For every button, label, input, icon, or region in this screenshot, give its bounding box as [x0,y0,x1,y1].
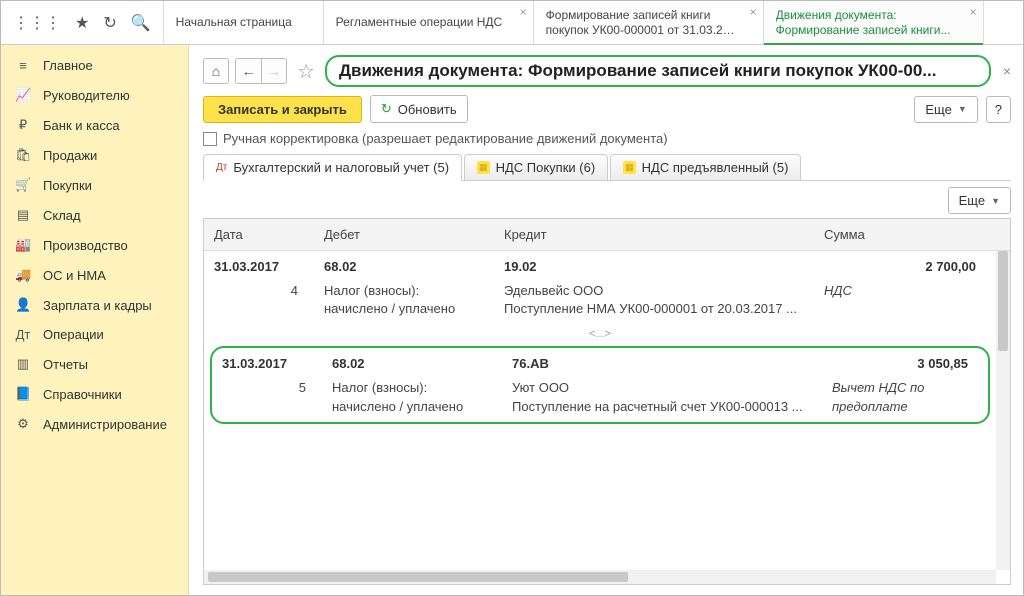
sidebar-item[interactable]: ₽ Банк и касса [1,110,188,140]
sidebar-item[interactable]: ≡ Главное [1,51,188,80]
nav-icon: ▥ [15,356,31,372]
apps-icon[interactable]: ⋮⋮⋮ [13,13,61,33]
sidebar-item[interactable]: 👤 Зарплата и кадры [1,290,188,320]
top-tabbar: ⋮⋮⋮ ★ ↻ 🔍 Начальная страница Регламентны… [1,1,1023,45]
sidebar-item[interactable]: 🏭 Производство [1,230,188,260]
grid: Дата Дебет Кредит Сумма 31.03.2017 68.02… [203,218,1011,585]
manual-edit-checkbox[interactable] [203,132,217,146]
vertical-scrollbar[interactable] [996,251,1010,570]
table-row[interactable]: 31.03.2017 68.02 19.02 2 700,00 [204,251,996,282]
horizontal-scrollbar[interactable] [204,570,996,584]
content: ⌂ ← → ☆ Движения документа: Формирование… [189,45,1023,595]
sidebar-item[interactable]: 🚚 ОС и НМА [1,260,188,290]
grid-body: 31.03.2017 68.02 19.02 2 700,00 4 Налог … [204,251,996,570]
nav-label: Главное [43,58,93,73]
sidebar-item[interactable]: 📘 Справочники [1,379,188,409]
chevron-down-icon: ▼ [991,196,1000,206]
register-icon: ▦ [623,161,636,174]
nav-label: Администрирование [43,417,167,432]
journal-icon: Дт [216,162,227,173]
close-icon[interactable]: × [750,5,757,19]
history-icon[interactable]: ↻ [103,13,116,33]
sidebar-item[interactable]: ▤ Склад [1,200,188,230]
tab-accounting[interactable]: Дт Бухгалтерский и налоговый учет (5) [203,154,462,181]
nav-icon: Дт [15,327,31,342]
nav-label: Склад [43,208,81,223]
nav-label: Продажи [43,148,97,163]
nav-label: Банк и касса [43,118,120,133]
more-button[interactable]: Еще ▼ [914,96,977,123]
nav-label: Отчеты [43,357,88,372]
sidebar-item[interactable]: Дт Операции [1,320,188,349]
table-row[interactable]: 31.03.2017 68.02 76.АВ 3 050,85 [212,348,988,379]
sidebar-item[interactable]: 🛍 Продажи [1,140,188,170]
tab-form-book[interactable]: Формирование записей книги покупок УК00-… [534,1,764,44]
sidebar-item[interactable]: ▥ Отчеты [1,349,188,379]
col-credit[interactable]: Кредит [494,219,814,250]
chevron-down-icon: ▼ [958,104,967,114]
nav-icon: ≡ [15,58,31,73]
nav-label: Руководителю [43,88,130,103]
nav-icon: ⚙ [15,416,31,432]
nav-label: Производство [43,238,128,253]
sidebar-item[interactable]: 🛒 Покупки [1,170,188,200]
col-sum[interactable]: Сумма [814,219,1010,250]
refresh-button[interactable]: ↻ Обновить [370,95,468,123]
sidebar-item[interactable]: 📈 Руководителю [1,80,188,110]
tab-reglament[interactable]: Регламентные операции НДС × [324,1,534,44]
sub-tabs: Дт Бухгалтерский и налоговый учет (5) ▦ … [203,154,1011,181]
sidebar: ≡ Главное 📈 Руководителю ₽ Банк и касса 🛍 Прода… [1,45,189,595]
checkbox-label: Ручная корректировка (разрешает редактир… [223,131,668,146]
close-icon[interactable]: × [520,5,527,19]
favorite-icon[interactable]: ☆ [297,59,315,84]
col-date[interactable]: Дата [204,219,314,250]
toolbar-tools: ⋮⋮⋮ ★ ↻ 🔍 [1,1,164,44]
nav-icon: 📈 [15,87,31,103]
nav-icon: 🏭 [15,237,31,253]
tab-movements[interactable]: Движения документа: Формирование записей… [764,1,984,44]
grid-header: Дата Дебет Кредит Сумма [204,219,1010,251]
refresh-icon: ↻ [381,101,392,117]
save-close-button[interactable]: Записать и закрыть [203,96,362,123]
nav-icon: ▤ [15,207,31,223]
help-button[interactable]: ? [986,96,1011,123]
nav-icon: 🛒 [15,177,31,193]
forward-button[interactable]: → [261,58,287,84]
nav-label: Покупки [43,178,92,193]
grid-more-button[interactable]: Еще ▼ [948,187,1011,214]
nav-label: Зарплата и кадры [43,298,152,313]
nav-icon: 👤 [15,297,31,313]
nav-label: Операции [43,327,104,342]
table-row-detail[interactable]: 4 Налог (взносы): начислено / уплачено Э… [204,282,996,324]
tab-home[interactable]: Начальная страница [164,1,324,44]
close-icon[interactable]: × [970,5,977,19]
sidebar-item[interactable]: ⚙ Администрирование [1,409,188,439]
nav-label: ОС и НМА [43,268,106,283]
register-icon: ▦ [477,161,490,174]
tab-vat-presented[interactable]: ▦ НДС предъявленный (5) [610,154,801,181]
nav-label: Справочники [43,387,122,402]
star-icon[interactable]: ★ [75,13,89,33]
search-icon[interactable]: 🔍 [131,13,151,33]
nav-icon: ₽ [15,117,31,133]
row-separator: <...> [204,324,996,344]
page-title: Движения документа: Формирование записей… [325,55,991,87]
home-button[interactable]: ⌂ [203,58,229,84]
close-icon[interactable]: × [1003,63,1011,79]
highlight-box: 31.03.2017 68.02 76.АВ 3 050,85 5 Налог … [210,346,990,423]
col-debit[interactable]: Дебет [314,219,494,250]
nav-icon: 🚚 [15,267,31,283]
table-row-detail[interactable]: 5 Налог (взносы): начислено / уплачено У… [212,379,988,421]
tab-vat-purchase[interactable]: ▦ НДС Покупки (6) [464,154,608,181]
back-button[interactable]: ← [235,58,261,84]
nav-icon: 📘 [15,386,31,402]
nav-icon: 🛍 [15,147,31,163]
